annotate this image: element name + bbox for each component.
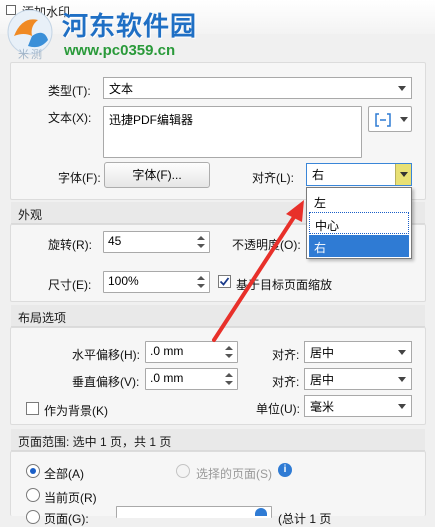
annotation-arrow <box>212 200 304 342</box>
